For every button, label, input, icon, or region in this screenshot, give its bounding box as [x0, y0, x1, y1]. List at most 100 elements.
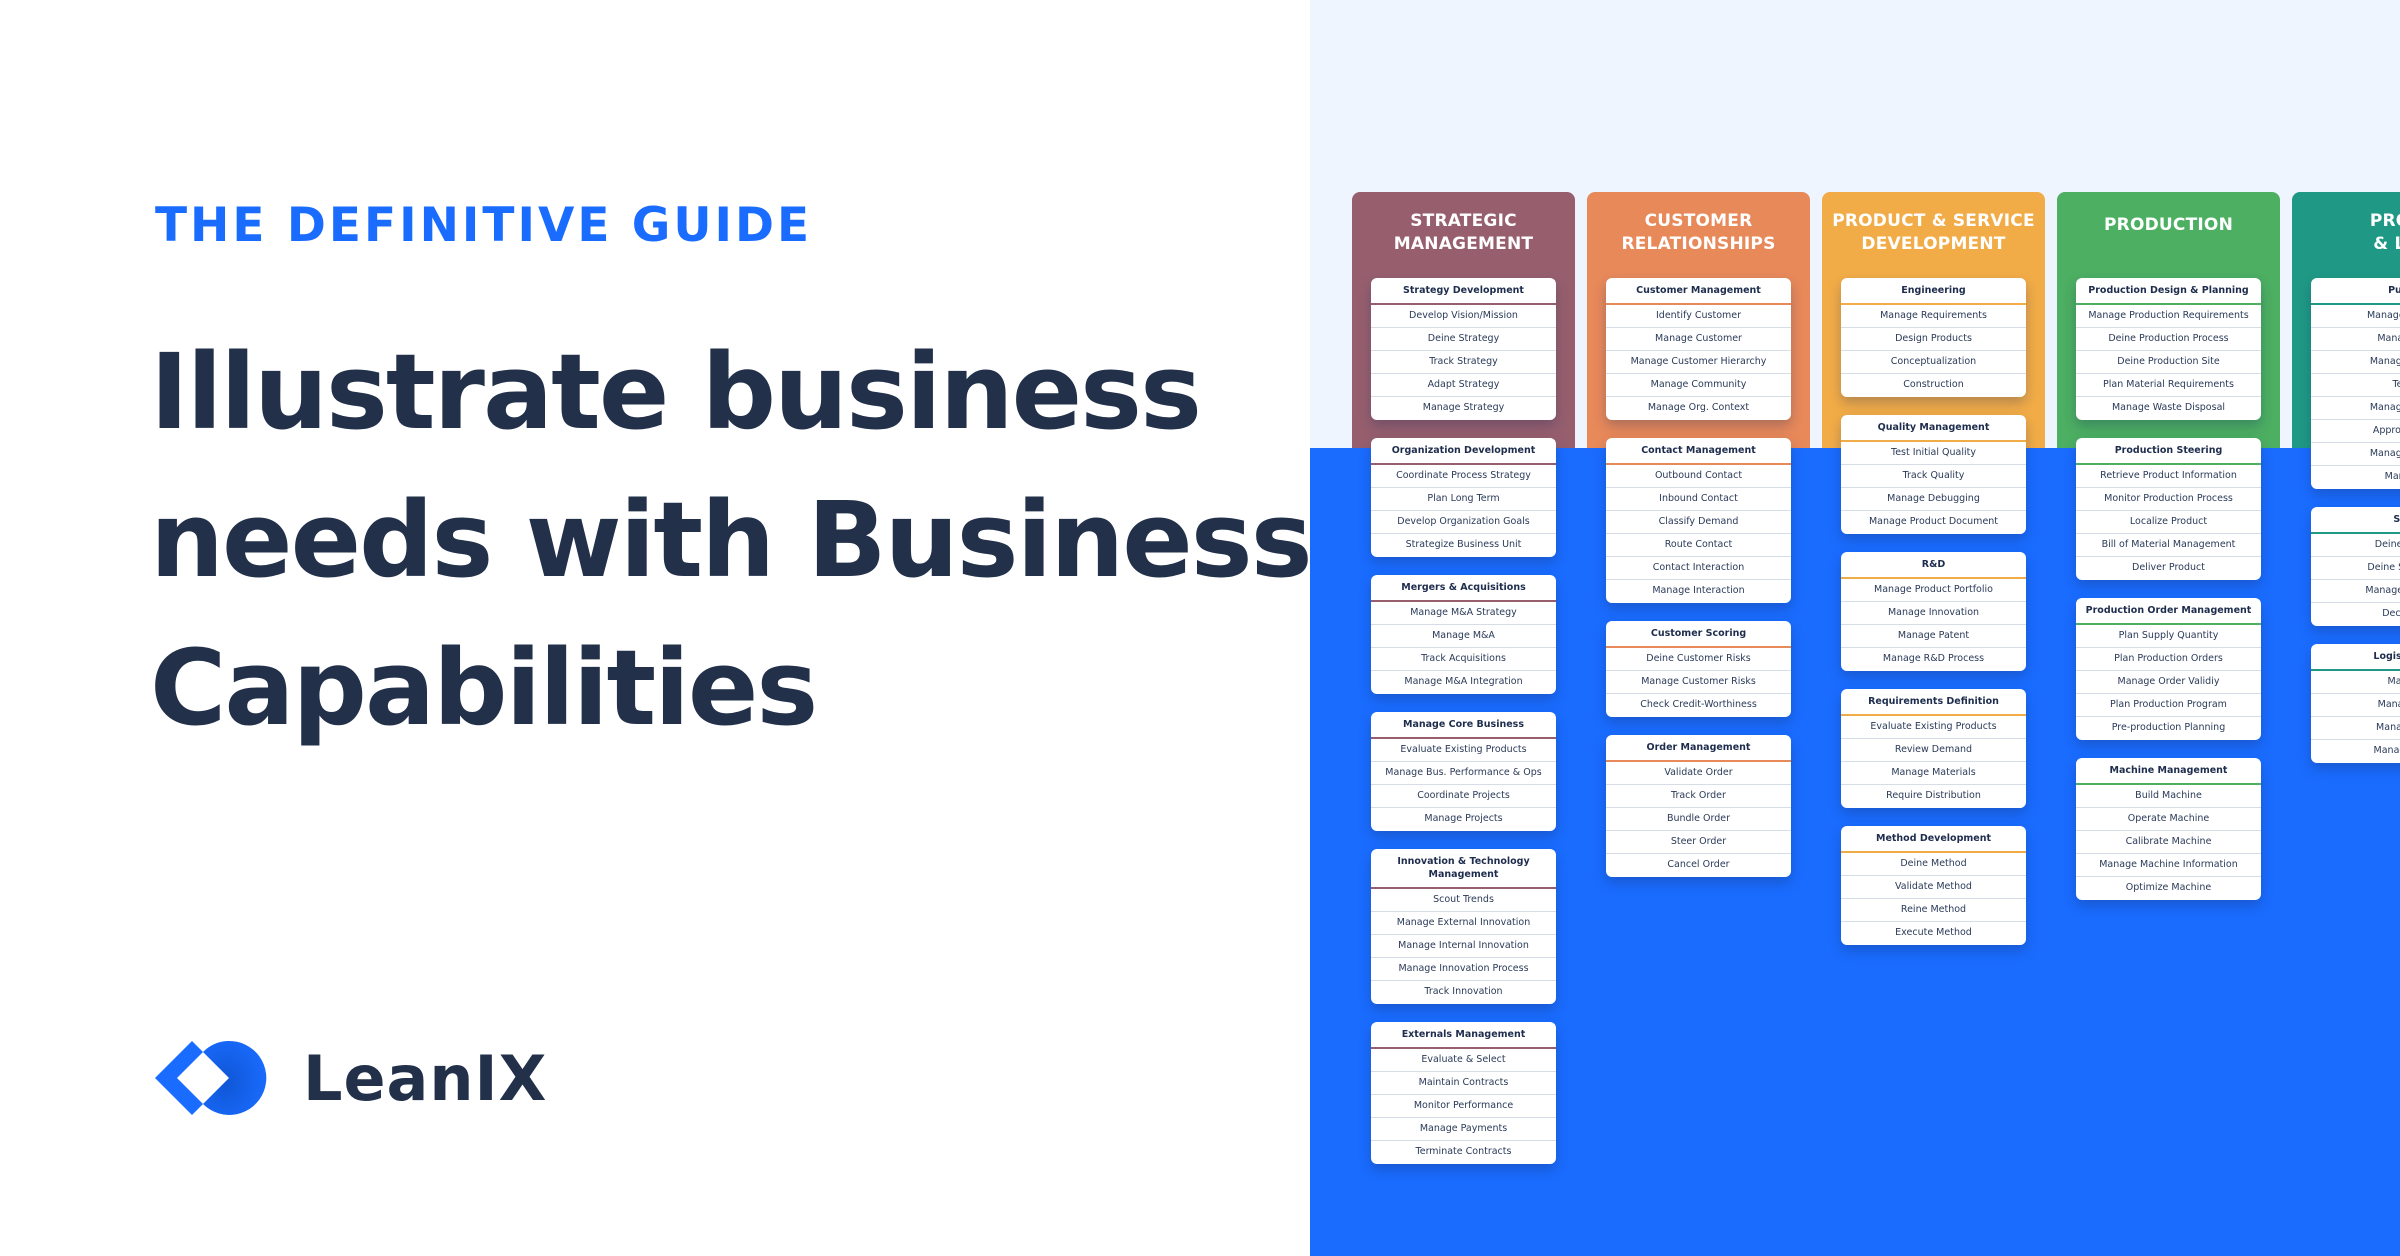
capability-item[interactable]: Manage: [2311, 466, 2400, 489]
capability-item[interactable]: Review Demand: [1841, 739, 2026, 762]
capability-card[interactable]: Externals Management Evaluate & Select Mai…: [1371, 1022, 1556, 1164]
capability-item[interactable]: Manage M&A: [1371, 625, 1556, 648]
capability-item[interactable]: Execute Method: [1841, 922, 2026, 945]
capability-item[interactable]: Manage Pu: [2311, 328, 2400, 351]
capability-card[interactable]: Logistics MManagManage LoManage TraManag…: [2311, 644, 2400, 763]
capability-item[interactable]: Coordinate Projects: [1371, 785, 1556, 808]
capability-item[interactable]: Manage Purch: [2311, 443, 2400, 466]
capability-item[interactable]: Identify Customer: [1606, 305, 1791, 328]
capability-item[interactable]: Manage Projects: [1371, 808, 1556, 831]
capability-item[interactable]: Manage Purcha: [2311, 305, 2400, 328]
capability-item[interactable]: Build Machine: [2076, 785, 2261, 808]
capability-item[interactable]: Conceptualization: [1841, 351, 2026, 374]
capability-item[interactable]: Manage Customer Risks: [1606, 671, 1791, 694]
capability-item[interactable]: Track Quality: [1841, 465, 2026, 488]
capability-item[interactable]: Decide C: [2311, 603, 2400, 626]
capability-card[interactable]: Production Design & Planning Manage Produ…: [2076, 278, 2261, 420]
capability-card[interactable]: Mergers & Acquisitions Manage M&A Strateg…: [1371, 575, 1556, 694]
capability-item[interactable]: Develop Organization Goals: [1371, 511, 1556, 534]
capability-item[interactable]: Evaluate Existing Products: [1371, 739, 1556, 762]
capability-item[interactable]: Track Acquisitions: [1371, 648, 1556, 671]
capability-item[interactable]: Manag: [2311, 671, 2400, 694]
capability-card[interactable]: PurchManage PurchaManage PuManage PurchT…: [2311, 278, 2400, 489]
capability-item[interactable]: Manage Customer: [1606, 328, 1791, 351]
capability-item[interactable]: Manage M&A Integration: [1371, 671, 1556, 694]
capability-card[interactable]: Strategy Development Develop Vision/Missi…: [1371, 278, 1556, 420]
capability-item[interactable]: Deine Production Process: [2076, 328, 2261, 351]
capability-item[interactable]: Manage Purch: [2311, 351, 2400, 374]
capability-item[interactable]: Plan Production Program: [2076, 694, 2261, 717]
capability-card[interactable]: Requirements Definition Evaluate Existing…: [1841, 689, 2026, 808]
capability-item[interactable]: Maintain Contracts: [1371, 1072, 1556, 1095]
capability-item[interactable]: Monitor Performance: [1371, 1095, 1556, 1118]
capability-item[interactable]: Deine Customer Risks: [1606, 648, 1791, 671]
capability-item[interactable]: Manage Waste Disposal: [2076, 397, 2261, 420]
capability-card[interactable]: Innovation & Technology Management Scout …: [1371, 849, 1556, 1004]
capability-item[interactable]: Manage Production Requirements: [2076, 305, 2261, 328]
capability-item[interactable]: Bundle Order: [1606, 808, 1791, 831]
capability-item[interactable]: Scout Trends: [1371, 889, 1556, 912]
capability-item[interactable]: Reine Method: [1841, 899, 2026, 922]
capability-item[interactable]: Manage Lo: [2311, 694, 2400, 717]
capability-item[interactable]: Deine Production Site: [2076, 351, 2261, 374]
capability-item[interactable]: Manage Sourcin: [2311, 580, 2400, 603]
capability-item[interactable]: Operate Machine: [2076, 808, 2261, 831]
capability-item[interactable]: Manage Payments: [1371, 1118, 1556, 1141]
capability-item[interactable]: Steer Order: [1606, 831, 1791, 854]
capability-item[interactable]: Deine Sourc: [2311, 534, 2400, 557]
capability-item[interactable]: Construction: [1841, 374, 2026, 397]
capability-item[interactable]: Manage Community: [1606, 374, 1791, 397]
capability-card[interactable]: Engineering Manage Requirements Design Pro…: [1841, 278, 2026, 397]
capability-item[interactable]: Manage Interaction: [1606, 580, 1791, 603]
capability-item[interactable]: Manage Product Document: [1841, 511, 2026, 534]
capability-card[interactable]: Production Order Management Plan Supply Q…: [2076, 598, 2261, 740]
capability-item[interactable]: Cancel Order: [1606, 854, 1791, 877]
capability-item[interactable]: Manage Materials: [1841, 762, 2026, 785]
capability-item[interactable]: Contact Interaction: [1606, 557, 1791, 580]
capability-item[interactable]: Manage Tra: [2311, 717, 2400, 740]
capability-item[interactable]: Manage Innovation: [1841, 602, 2026, 625]
capability-item[interactable]: Pre-production Planning: [2076, 717, 2261, 740]
capability-card[interactable]: Organization Development Coordinate Proce…: [1371, 438, 1556, 557]
capability-item[interactable]: Tend: [2311, 374, 2400, 397]
capability-item[interactable]: Terminate Contracts: [1371, 1141, 1556, 1164]
capability-item[interactable]: Manage Patent: [1841, 625, 2026, 648]
capability-item[interactable]: Manage Den: [2311, 740, 2400, 763]
capability-item[interactable]: Test Initial Quality: [1841, 442, 2026, 465]
capability-card[interactable]: Production Steering Retrieve Product Info…: [2076, 438, 2261, 580]
capability-item[interactable]: Optimize Machine: [2076, 877, 2261, 900]
capability-item[interactable]: Bill of Material Management: [2076, 534, 2261, 557]
capability-card[interactable]: Quality Management Test Initial Quality Tr…: [1841, 415, 2026, 534]
capability-card[interactable]: Method Development Deine Method Validate M…: [1841, 826, 2026, 945]
capability-item[interactable]: Evaluate & Select: [1371, 1049, 1556, 1072]
capability-item[interactable]: Manage R&D Process: [1841, 648, 2026, 671]
capability-item[interactable]: Track Order: [1606, 785, 1791, 808]
capability-item[interactable]: Outbound Contact: [1606, 465, 1791, 488]
capability-item[interactable]: Deine Method: [1841, 853, 2026, 876]
capability-item[interactable]: Deine Sourcing: [2311, 557, 2400, 580]
capability-item[interactable]: Plan Production Orders: [2076, 648, 2261, 671]
capability-item[interactable]: Track Strategy: [1371, 351, 1556, 374]
capability-item[interactable]: Deine Strategy: [1371, 328, 1556, 351]
capability-item[interactable]: Manage Org. Context: [1606, 397, 1791, 420]
capability-item[interactable]: Manage Order Validiy: [2076, 671, 2261, 694]
capability-card[interactable]: Customer Scoring Deine Customer Risks Mana…: [1606, 621, 1791, 717]
capability-item[interactable]: Route Contact: [1606, 534, 1791, 557]
capability-item[interactable]: Deliver Product: [2076, 557, 2261, 580]
capability-item[interactable]: Manage Bus. Performance & Ops: [1371, 762, 1556, 785]
capability-item[interactable]: Manage Strategy: [1371, 397, 1556, 420]
capability-card[interactable]: Customer Management Identify Customer Mana…: [1606, 278, 1791, 420]
capability-item[interactable]: Develop Vision/Mission: [1371, 305, 1556, 328]
capability-item[interactable]: Manage Debugging: [1841, 488, 2026, 511]
capability-item[interactable]: Monitor Production Process: [2076, 488, 2261, 511]
capability-card[interactable]: Manage Core Business Evaluate Existing Pr…: [1371, 712, 1556, 831]
capability-item[interactable]: Classify Demand: [1606, 511, 1791, 534]
capability-card[interactable]: SouDeine SourcDeine SourcingManage Sourc…: [2311, 507, 2400, 626]
capability-card[interactable]: R&D Manage Product Portfolio Manage Innova…: [1841, 552, 2026, 671]
capability-item[interactable]: Manage M&A Strategy: [1371, 602, 1556, 625]
capability-item[interactable]: Plan Material Requirements: [2076, 374, 2261, 397]
capability-item[interactable]: Manage Innovation Process: [1371, 958, 1556, 981]
capability-item[interactable]: Plan Long Term: [1371, 488, 1556, 511]
capability-item[interactable]: Calibrate Machine: [2076, 831, 2261, 854]
capability-card[interactable]: Order Management Validate Order Track Orde…: [1606, 735, 1791, 877]
